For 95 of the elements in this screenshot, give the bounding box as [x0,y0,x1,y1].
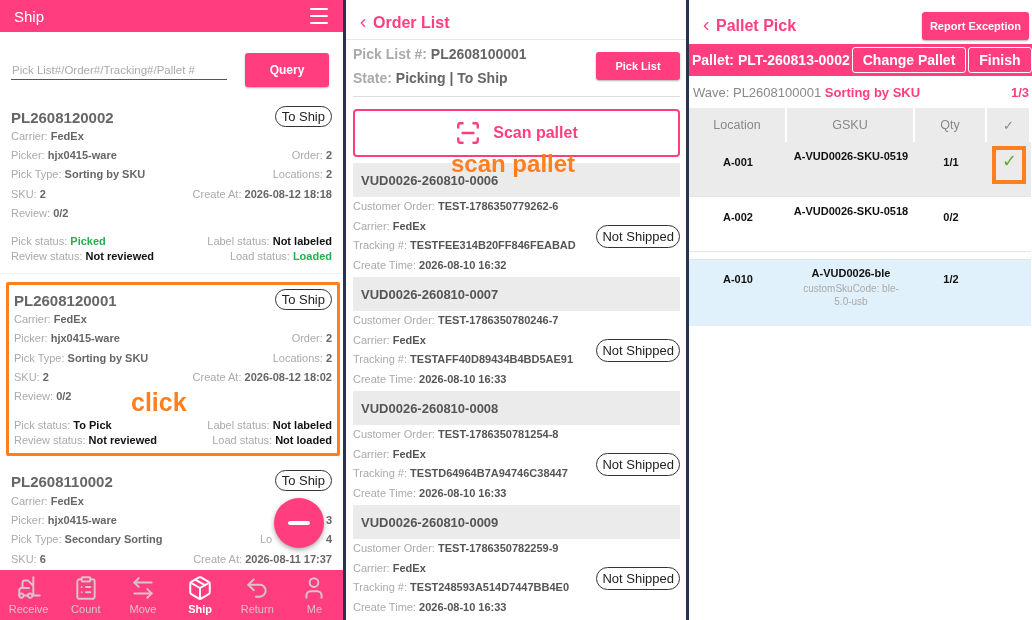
forklift-icon [15,575,42,601]
nav-tab[interactable]: Receive [0,570,58,620]
custom-sku-code: customSkuCode: ble-5.0-usb [802,282,900,308]
info-field: Create At: 2026-08-12 18:18 [192,187,332,200]
finish-button[interactable]: Finish [968,47,1032,73]
progress-count: 1/3 [1010,84,1029,100]
info-field: Pick status: To Pick [14,418,112,431]
info-field: Pick Type: Secondary Sorting [11,533,163,546]
order-header[interactable]: VUD0026-260810-0007 [353,277,680,311]
header-title: Ship [14,7,45,25]
pick-list-card[interactable] [6,282,340,456]
pallet-number: Pallet: PLT-260813-0002 [692,52,850,68]
info-field: Order: 2 [291,148,332,161]
annotation-label: click [131,390,187,415]
page-title: Pallet Pick [716,17,797,35]
table-cell: 1/1 [915,142,987,197]
info-field: Locations: 2 [272,168,332,181]
order-field: Tracking #: TESTD64964B7A94746C38447 [353,464,568,484]
pick-list-id: PL2608110002 [11,473,113,491]
info-field: Picker: hjx0415-ware [11,513,117,526]
info-field: Label status: Not labeled [207,235,332,248]
info-field: Carrier: FedEx [11,494,84,507]
info-field: Create At: 2026-08-12 18:02 [192,371,332,383]
field-label: Lo [260,533,273,546]
check-cell[interactable]: ✓ [987,142,1031,197]
status-badge: To Ship [274,289,332,310]
check-mark[interactable]: ✓ [992,146,1026,184]
order-field: Customer Order: TEST-1786350779262-6 [353,197,576,217]
pick-list-id: PL2608120001 [14,292,117,309]
info-field: Review: 0/2 [14,390,72,403]
order-field: Carrier: FedEx [353,330,574,350]
info-field: Locations: 2 [272,351,332,364]
order-field: Tracking #: TEST248593A514D7447BB4E0 [353,578,570,598]
order-field: Carrier: FedEx [353,558,570,578]
gsku-code: A-VUD0026-SKU-0518 [793,205,909,217]
info-field: Create At: 2026-08-11 17:37 [193,552,332,565]
wave-info: Wave: PL2608100001 Sorting by SKU [693,84,921,100]
pick-list-state: State: Picking | To Ship [353,69,509,88]
column-header: Qty [915,108,987,142]
report-exception-button[interactable]: Report Exception [921,12,1029,40]
info-field: Pick status: Picked [11,235,106,248]
change-pallet-button[interactable]: Change Pallet [851,47,967,73]
info-field: SKU: 2 [11,187,46,200]
info-field: SKU: 2 [14,371,49,383]
collapse-button[interactable] [274,498,324,548]
info-field: Load status: Not loaded [212,433,332,446]
info-field: Carrier: FedEx [11,129,84,142]
order-field: Carrier: FedEx [353,216,576,236]
info-field: Picker: hjx0415-ware [11,148,117,161]
order-field: Create Time: 2026-08-10 16:32 [353,255,576,275]
info-field: Order: 2 [291,332,332,345]
info-field: SKU: 6 [11,552,46,565]
order-header[interactable]: VUD0026-260810-0009 [353,505,680,539]
order-field: Create Time: 2026-08-10 16:33 [353,369,574,389]
info-field: Pick Type: Sorting by SKU [11,168,146,181]
order-field: Customer Order: TEST-1786350782259-9 [353,539,570,559]
info-field: Review status: Not reviewed [11,250,155,263]
column-header: ✓ [987,108,1031,142]
info-field: Label status: Not labeled [207,418,332,431]
order-field: Customer Order: TEST-1786350780246-7 [353,311,574,331]
order-header[interactable]: VUD0026-260810-0008 [353,391,680,425]
minus-icon [288,521,310,525]
order-field: Tracking #: TESTFEE314B20FF846FEABAD [353,236,576,256]
nav-tab[interactable]: Ship [171,570,229,620]
order-field: Customer Order: TEST-1786350781254-8 [353,425,568,445]
field-value: 4 [325,533,332,546]
info-field: Carrier: FedEx [14,313,87,326]
info-field: Review status: Not reviewed [14,433,158,446]
pick-list-number: Pick List #: PL2608100001 [353,45,527,64]
pick-list-button[interactable]: Pick List [596,52,680,80]
info-field: Picker: hjx0415-ware [14,332,120,345]
info-field: Pick Type: Sorting by SKU [14,351,149,364]
query-button[interactable]: Query [245,53,329,87]
order-field: Create Time: 2026-08-10 16:33 [353,597,570,617]
status-badge: To Ship [274,470,332,492]
status-badge: To Ship [274,105,332,127]
info-field: Review: 0/2 [11,206,69,219]
nav-tab[interactable]: Me [285,570,343,620]
box-icon [187,575,214,601]
nav-tab[interactable]: Count [57,570,115,620]
order-field: Tracking #: TESTAFF40D89434B4BD5AE91 [353,350,574,370]
pick-list-id: PL2608120002 [11,108,114,126]
column-header: GSKU [787,108,915,142]
gsku-code: A-VUD0026-ble [811,267,891,279]
nav-tab[interactable]: Move [114,570,172,620]
order-field: Create Time: 2026-08-10 16:33 [353,483,568,503]
order-field: Carrier: FedEx [353,444,568,464]
table-cell: A-001 [689,142,787,197]
column-header: Location [689,108,787,142]
field-value: 3 [325,513,332,526]
page-title: Order List [373,13,450,32]
scan-icon [455,120,482,146]
gsku-code: A-VUD0026-SKU-0519 [793,150,909,162]
nav-tab[interactable]: Return [228,570,286,620]
info-field: Load status: Loaded [229,250,332,263]
